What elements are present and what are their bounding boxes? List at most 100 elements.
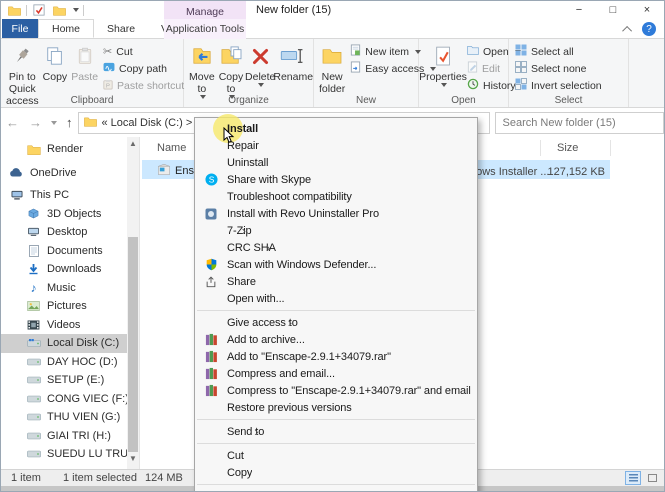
customize-toolbar-caret-icon[interactable] xyxy=(73,8,79,12)
maximize-button[interactable]: □ xyxy=(596,1,630,19)
sidebar-item-suedu-lu-tru-i[interactable]: SUEDU LU TRU (I:) xyxy=(1,445,127,464)
menu-item-compress-and-email[interactable]: Compress and email... xyxy=(195,365,477,382)
menu-item-scan-with-defender[interactable]: Scan with Windows Defender... xyxy=(195,256,477,273)
scrollbar-thumb[interactable] xyxy=(128,237,138,452)
explorer-window: Manage New folder (15) − □ × File Home S… xyxy=(0,0,665,492)
winrar-icon xyxy=(201,384,221,398)
copy-path-button[interactable]: Copy path xyxy=(100,60,187,77)
cut-button[interactable]: ✂ Cut xyxy=(100,43,187,60)
menu-item-open-with[interactable]: Open with... xyxy=(195,290,477,307)
column-header-name[interactable]: Name xyxy=(157,139,186,157)
close-button[interactable]: × xyxy=(630,1,664,19)
context-menu: Install Repair Uninstall S Share with Sk… xyxy=(194,117,478,492)
title-bar: Manage New folder (15) − □ × xyxy=(1,1,664,19)
sidebar-item-thu-vien-g[interactable]: THU VIEN (G:) xyxy=(1,408,127,427)
picture-icon xyxy=(26,299,41,313)
menu-item-create-shortcut[interactable]: Create shortcut xyxy=(195,488,477,492)
winrar-icon xyxy=(201,333,221,347)
sidebar-item-downloads[interactable]: Downloads xyxy=(1,260,127,279)
rename-button[interactable]: Rename xyxy=(275,41,311,84)
cut-icon: ✂ xyxy=(103,45,112,58)
move-to-button[interactable]: Move to xyxy=(187,41,217,100)
sidebar-item-render[interactable]: Render xyxy=(1,140,127,159)
tab-home[interactable]: Home xyxy=(38,19,94,38)
properties-icon xyxy=(435,42,452,70)
sidebar-item-desktop[interactable]: Desktop xyxy=(1,223,127,242)
invert-selection-button[interactable]: Invert selection xyxy=(512,77,605,94)
sidebar-item-setup-e[interactable]: SETUP (E:) xyxy=(1,371,127,390)
folder-icon[interactable] xyxy=(6,3,22,17)
system-drive-icon xyxy=(26,336,41,350)
menu-item-cut[interactable]: Cut xyxy=(195,447,477,464)
drive-icon xyxy=(26,355,41,369)
large-icons-view-button[interactable] xyxy=(644,471,660,485)
menu-item-compress-to-rar-and-email[interactable]: Compress to "Enscape-2.9.1+34079.rar" an… xyxy=(195,382,477,399)
help-icon[interactable]: ? xyxy=(642,22,656,36)
menu-item-install[interactable]: Install xyxy=(195,120,477,137)
tab-application-tools[interactable]: Application Tools xyxy=(164,19,246,39)
up-button[interactable]: ↑ xyxy=(61,115,78,130)
menu-separator xyxy=(197,484,475,485)
sidebar-item-onedrive[interactable]: OneDrive xyxy=(1,164,127,183)
sidebar-item-music[interactable]: ♪ Music xyxy=(1,279,127,298)
menu-item-7zip[interactable]: 7-Zip › xyxy=(195,222,477,239)
menu-item-give-access-to[interactable]: Give access to › xyxy=(195,314,477,331)
copy-button[interactable]: Copy xyxy=(41,41,70,84)
sidebar-scrollbar[interactable]: ▲ ▼ xyxy=(127,137,139,469)
file-size-cell: 127,152 KB xyxy=(535,166,605,178)
sidebar-item-giai-tri-h[interactable]: GIAI TRI (H:) xyxy=(1,427,127,446)
video-icon xyxy=(26,318,41,332)
menu-item-repair[interactable]: Repair xyxy=(195,137,477,154)
rename-icon xyxy=(280,42,306,70)
menu-item-restore-previous-versions[interactable]: Restore previous versions xyxy=(195,399,477,416)
group-label-select: Select xyxy=(509,95,628,106)
sidebar-item-day-hoc-d[interactable]: DAY HOC (D:) xyxy=(1,353,127,372)
tab-share[interactable]: Share xyxy=(94,19,148,38)
collapse-ribbon-icon[interactable] xyxy=(622,25,632,35)
scroll-up-icon[interactable]: ▲ xyxy=(127,137,139,149)
manage-tab[interactable]: Manage xyxy=(164,1,246,19)
delete-button[interactable]: Delete xyxy=(245,41,275,88)
properties-icon[interactable] xyxy=(31,3,47,17)
copy-path-icon xyxy=(103,62,115,75)
back-button[interactable]: ← xyxy=(1,115,24,130)
tab-file[interactable]: File xyxy=(2,19,38,38)
delete-icon xyxy=(251,42,270,70)
sidebar-item-documents[interactable]: Documents xyxy=(1,242,127,261)
sidebar-item-this-pc[interactable]: This PC xyxy=(1,186,127,205)
copy-to-button[interactable]: Copy to xyxy=(217,41,246,100)
menu-item-copy[interactable]: Copy xyxy=(195,464,477,481)
properties-button[interactable]: Properties xyxy=(422,41,464,88)
sidebar-item-local-disk-c[interactable]: Local Disk (C:) xyxy=(1,334,127,353)
scroll-down-icon[interactable]: ▼ xyxy=(127,452,139,464)
forward-button[interactable]: → xyxy=(24,115,47,130)
sidebar-item-3d-objects[interactable]: 3D Objects xyxy=(1,205,127,224)
menu-item-add-to-archive[interactable]: Add to archive... xyxy=(195,331,477,348)
sidebar-item-pictures[interactable]: Pictures xyxy=(1,297,127,316)
menu-item-crc-sha[interactable]: CRC SHA › xyxy=(195,239,477,256)
select-all-button[interactable]: Select all xyxy=(512,43,605,60)
menu-item-troubleshoot-compatibility[interactable]: Troubleshoot compatibility xyxy=(195,188,477,205)
column-header-size[interactable]: Size xyxy=(557,139,578,157)
paste-shortcut-button[interactable]: P Paste shortcut xyxy=(100,77,187,94)
new-folder-icon[interactable] xyxy=(51,3,67,17)
select-none-button[interactable]: Select none xyxy=(512,60,605,77)
menu-item-send-to[interactable]: Send to › xyxy=(195,423,477,440)
sidebar-item-cong-viec-f[interactable]: CONG VIEC (F:) xyxy=(1,390,127,409)
search-input[interactable] xyxy=(496,113,664,133)
new-folder-button[interactable]: New folder xyxy=(317,41,347,96)
drive-icon xyxy=(26,447,41,461)
menu-item-install-with-revo[interactable]: Install with Revo Uninstaller Pro xyxy=(195,205,477,222)
minimize-button[interactable]: − xyxy=(562,1,596,19)
menu-item-uninstall[interactable]: Uninstall xyxy=(195,154,477,171)
details-view-button[interactable] xyxy=(625,471,641,485)
winrar-icon xyxy=(201,367,221,381)
menu-item-share[interactable]: Share xyxy=(195,273,477,290)
paste-button[interactable]: Paste xyxy=(69,41,100,84)
menu-item-add-to-rar[interactable]: Add to "Enscape-2.9.1+34079.rar" xyxy=(195,348,477,365)
recent-locations-caret-icon[interactable] xyxy=(51,121,57,125)
dropdown-caret xyxy=(258,83,264,87)
sidebar-item-videos[interactable]: Videos xyxy=(1,316,127,335)
menu-item-share-with-skype[interactable]: S Share with Skype xyxy=(195,171,477,188)
drive-icon xyxy=(26,373,41,387)
